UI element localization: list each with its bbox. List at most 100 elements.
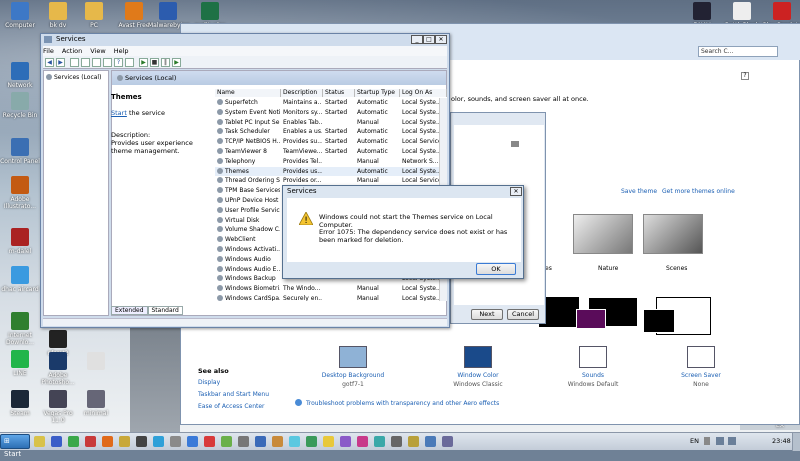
error-dialog[interactable]: Services ✕ ! Windows could not start the…	[282, 185, 524, 279]
tab-extended[interactable]: Extended	[111, 306, 148, 315]
taskbar-app-icon[interactable]	[51, 436, 62, 447]
taskbar-app-icon[interactable]	[170, 436, 181, 447]
back-icon[interactable]: ◀	[45, 58, 54, 67]
column-header-status[interactable]: Status	[323, 89, 355, 97]
services-window[interactable]: Services _ □ ✕ File Action View Help ◀ ▶ ? …	[40, 33, 450, 328]
dialog-close-button[interactable]: ✕	[510, 187, 522, 196]
tree-item-services-local[interactable]: Services (Local)	[46, 74, 101, 81]
printer-icon[interactable]	[511, 141, 519, 147]
tab-standard[interactable]: Standard	[147, 306, 183, 315]
sounds-icon[interactable]	[579, 346, 607, 368]
save-theme-link[interactable]: Save theme	[621, 188, 657, 195]
taskbar-app-icon[interactable]	[357, 436, 368, 447]
list-icon[interactable]	[81, 58, 90, 67]
taskbar-app-icon[interactable]	[102, 436, 113, 447]
help-icon[interactable]: ?	[114, 58, 123, 67]
taskbar-app-icon[interactable]	[68, 436, 79, 447]
clock[interactable]: 23:48	[772, 437, 791, 445]
column-header-description[interactable]: Description	[281, 89, 323, 97]
bottom-item-label[interactable]: Screen Saver	[669, 372, 733, 379]
taskbar-app-icon[interactable]	[221, 436, 232, 447]
desktop-background-icon[interactable]	[339, 346, 367, 368]
column-header-name[interactable]: Name	[215, 89, 281, 97]
stop-service-icon[interactable]: ■	[150, 58, 159, 67]
desktop-icon[interactable]: Vegas Pro 11.0	[38, 390, 78, 424]
next-button[interactable]: Next	[471, 309, 503, 320]
display-link[interactable]: Display	[198, 379, 220, 386]
theme-thumbnail-black[interactable]	[643, 309, 675, 333]
table-row[interactable]: Task Scheduler Enables a us...Started Auto…	[215, 127, 447, 137]
show-tree-icon[interactable]	[70, 58, 79, 67]
export-icon[interactable]	[103, 58, 112, 67]
taskbar-app-icon[interactable]	[119, 436, 130, 447]
taskbar-app-icon[interactable]	[442, 436, 453, 447]
desktop-icon[interactable]: Steam	[0, 390, 40, 417]
minimize-button[interactable]: _	[411, 35, 423, 44]
column-header-startup-type[interactable]: Startup Type	[355, 89, 400, 97]
taskbar-app-icon[interactable]	[391, 436, 402, 447]
troubleshoot-link[interactable]: Troubleshoot problems with transparency …	[306, 400, 499, 407]
cancel-button[interactable]: Cancel	[507, 309, 539, 320]
taskbar-app-icon[interactable]	[408, 436, 419, 447]
start-service-icon[interactable]: ▶	[139, 58, 148, 67]
taskbar-app-icon[interactable]	[340, 436, 351, 447]
table-row[interactable]: Tablet PC Input Se... Enables Tab... Manua…	[215, 118, 447, 128]
taskbar-app-icon[interactable]	[255, 436, 266, 447]
help-icon[interactable]: ?	[741, 72, 749, 80]
table-row[interactable]: Telephony Provides Tel... Manual Network S.…	[215, 157, 447, 167]
start-button[interactable]: ⊞ Start	[0, 434, 30, 458]
theme-thumbnail-purple[interactable]	[576, 309, 606, 329]
search-input[interactable]: Search C...	[698, 46, 778, 57]
ease-of-access-link[interactable]: Ease of Access Center	[198, 403, 265, 410]
properties-icon[interactable]	[125, 58, 134, 67]
desktop-icon[interactable]: Recycle Bin	[0, 92, 40, 119]
menu-help[interactable]: Help	[114, 47, 129, 55]
show-desktop-button[interactable]	[792, 433, 800, 451]
get-more-themes-link[interactable]: Get more themes online	[662, 188, 735, 195]
desktop-icon[interactable]	[76, 352, 116, 372]
desktop-icon[interactable]: dhac aircard	[0, 266, 40, 293]
desktop-icon[interactable]: PC	[74, 2, 114, 29]
desktop-icon[interactable]: LINE	[0, 350, 40, 377]
maximize-button[interactable]: □	[423, 35, 435, 44]
screen-saver-icon[interactable]	[687, 346, 715, 368]
table-row[interactable]: Windows CardSpa... Securely en... Manual Lo…	[215, 294, 447, 301]
table-row[interactable]: TCP/IP NetBIOS H... Provides su... Started…	[215, 137, 447, 147]
desktop-icon[interactable]: minimal	[76, 390, 116, 417]
table-row[interactable]: TeamViewer 8 TeamViewe... Started Automatic…	[215, 147, 447, 157]
desktop-icon[interactable]: bk dv	[38, 2, 78, 29]
window-color-icon[interactable]	[464, 346, 492, 368]
column-header-log-on-as[interactable]: Log On As	[400, 89, 447, 97]
taskbar-app-icon[interactable]	[136, 436, 147, 447]
taskbar-app-icon[interactable]	[238, 436, 249, 447]
desktop-icon[interactable]: Adobe Illustrato...	[0, 176, 40, 210]
taskbar-app-icon[interactable]	[34, 436, 45, 447]
taskbar-app-icon[interactable]	[272, 436, 283, 447]
table-row[interactable]: Themes Provides us... Automatic Local Syste…	[215, 166, 447, 177]
bottom-item-label[interactable]: Window Color	[446, 372, 510, 379]
language-indicator[interactable]: EN	[690, 437, 699, 445]
taskbar-app-icon[interactable]	[306, 436, 317, 447]
desktop-icon[interactable]: Computer	[0, 2, 40, 29]
desktop-icon[interactable]: Adobe Photosho...	[38, 352, 78, 386]
bottom-item-label[interactable]: Desktop Background	[321, 372, 385, 379]
theme-thumbnail-scenes[interactable]	[643, 214, 703, 254]
taskbar-start-menu-link[interactable]: Taskbar and Start Menu	[198, 391, 269, 398]
bottom-item-label[interactable]: Sounds	[561, 372, 625, 379]
desktop-icon[interactable]: Control Panel	[0, 138, 40, 165]
restart-service-icon[interactable]: ▶	[172, 58, 181, 67]
forward-icon[interactable]: ▶	[56, 58, 65, 67]
taskbar-app-icon[interactable]	[187, 436, 198, 447]
volume-icon[interactable]	[728, 437, 736, 445]
taskbar-app-icon[interactable]	[153, 436, 164, 447]
taskbar-app-icon[interactable]	[289, 436, 300, 447]
flag-icon[interactable]	[704, 437, 710, 445]
menu-view[interactable]: View	[90, 47, 105, 55]
network-tray-icon[interactable]	[716, 437, 724, 445]
pause-service-icon[interactable]: ‖	[161, 58, 170, 67]
table-row[interactable]: Windows Biometri... The Windo... Manual Loc…	[215, 284, 447, 294]
desktop-icon[interactable]: Network	[0, 62, 40, 89]
refresh-icon[interactable]	[92, 58, 101, 67]
desktop-icon[interactable]: m-dalel	[0, 228, 40, 255]
menu-action[interactable]: Action	[62, 47, 82, 55]
